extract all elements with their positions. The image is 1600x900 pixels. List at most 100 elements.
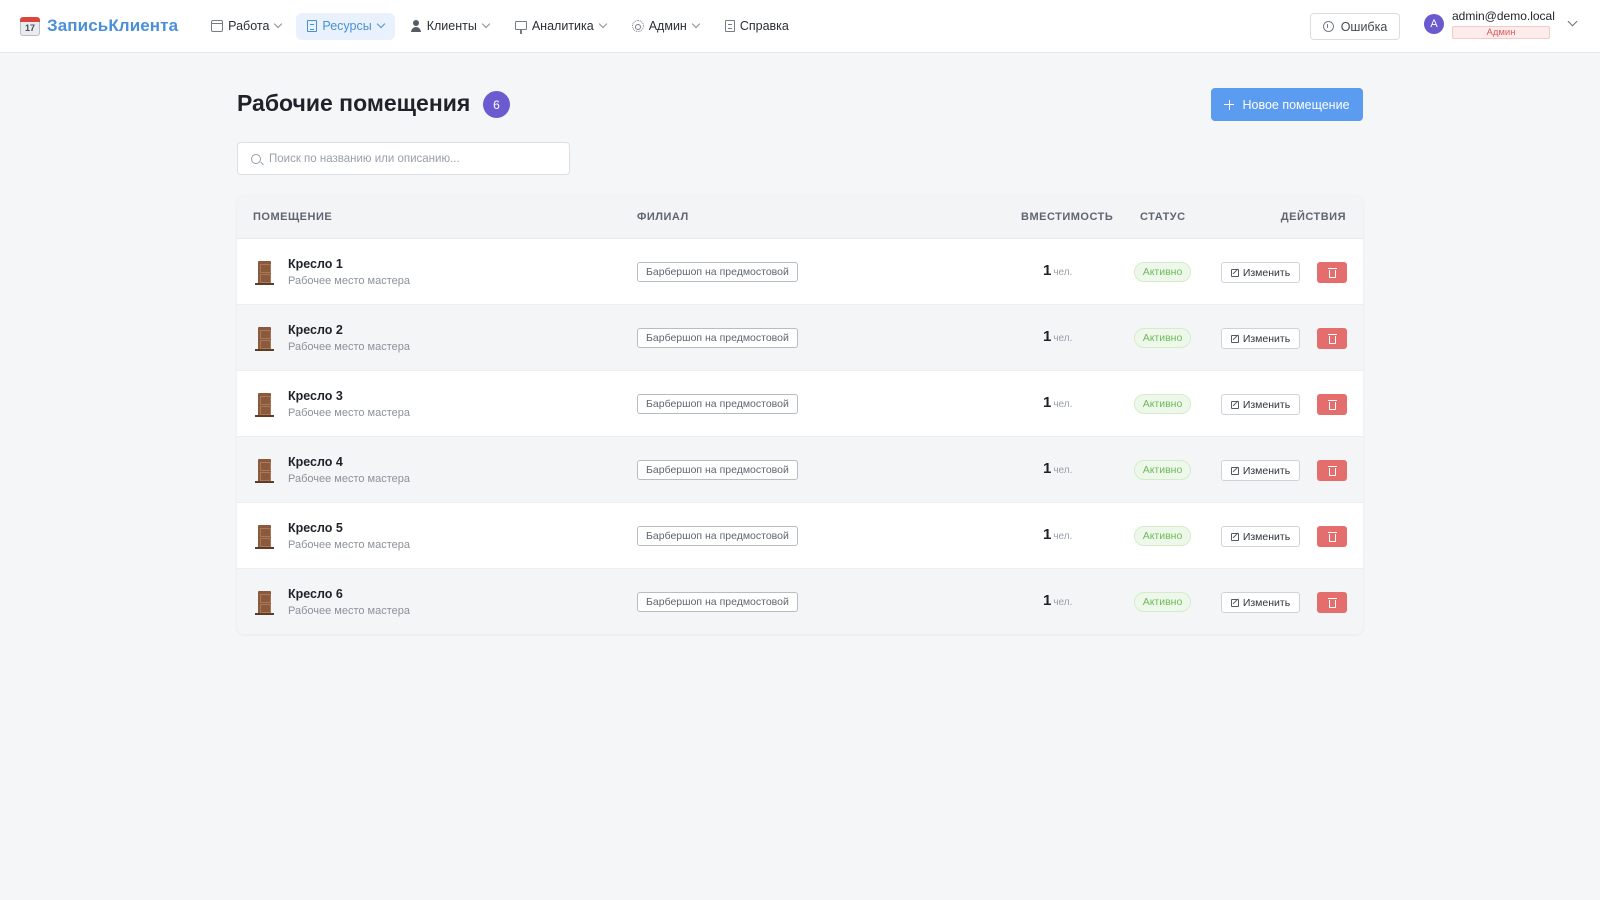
status-badge: Активно bbox=[1134, 460, 1191, 480]
capacity-value: 1 bbox=[1043, 526, 1052, 543]
door-icon bbox=[258, 327, 271, 350]
column-header-actions: ДЕЙСТВИЯ bbox=[1280, 211, 1346, 223]
edit-button-label: Изменить bbox=[1242, 596, 1291, 609]
user-menu[interactable]: A admin@demo.local Админ bbox=[1424, 9, 1578, 39]
chevron-down-icon bbox=[481, 19, 491, 29]
nav-analytics[interactable]: Аналитика bbox=[504, 13, 617, 40]
nav-admin[interactable]: Админ bbox=[621, 13, 710, 40]
table-header: ПОМЕЩЕНИЕ ФИЛИАЛ ВМЕСТИМОСТЬ СТАТУС ДЕЙС… bbox=[237, 195, 1363, 239]
room-description: Рабочее место мастера bbox=[288, 407, 411, 419]
room-name: Кресло 3 bbox=[288, 389, 343, 403]
info-icon bbox=[1322, 21, 1334, 32]
capacity-unit: чел. bbox=[1053, 267, 1073, 278]
main-nav: Работа Ресурсы Клиенты Аналитика Админ С… bbox=[200, 0, 804, 53]
room-name: Кресло 6 bbox=[288, 587, 343, 601]
app-title: ЗаписьКлиента bbox=[47, 16, 179, 35]
trash-icon bbox=[1327, 267, 1337, 278]
table-row: Кресло 2 Рабочее место мастера Барбершоп… bbox=[237, 305, 1363, 371]
nav-resources[interactable]: Ресурсы bbox=[296, 12, 395, 40]
table-row: Кресло 6 Рабочее место мастера Барбершоп… bbox=[237, 569, 1363, 634]
app-logo[interactable]: 17 ЗаписьКлиента bbox=[19, 15, 178, 37]
status-badge: Активно bbox=[1134, 592, 1191, 612]
edit-icon bbox=[1230, 400, 1239, 409]
edit-button[interactable]: Изменить bbox=[1221, 262, 1300, 283]
edit-icon bbox=[1230, 268, 1239, 277]
edit-button[interactable]: Изменить bbox=[1221, 328, 1300, 349]
room-name: Кресло 1 bbox=[288, 257, 343, 271]
capacity-value: 1 bbox=[1043, 592, 1052, 609]
trash-icon bbox=[1327, 465, 1337, 476]
capacity-value: 1 bbox=[1043, 460, 1052, 477]
error-button-label: Ошибка bbox=[1340, 19, 1388, 34]
capacity-unit: чел. bbox=[1053, 399, 1073, 410]
chevron-down-icon bbox=[691, 19, 701, 29]
edit-button[interactable]: Изменить bbox=[1221, 394, 1300, 415]
nav-analytics-label: Аналитика bbox=[531, 19, 594, 33]
nav-work[interactable]: Работа bbox=[200, 13, 292, 40]
search-input[interactable] bbox=[269, 152, 559, 165]
door-icon bbox=[258, 393, 271, 416]
door-icon bbox=[258, 591, 271, 614]
room-description: Рабочее место мастера bbox=[288, 605, 411, 617]
branch-tag: Барбершоп на предмостовой bbox=[637, 328, 798, 348]
user-icon bbox=[410, 20, 422, 32]
delete-button[interactable] bbox=[1317, 526, 1347, 547]
column-header-status: СТАТУС bbox=[1140, 211, 1186, 223]
branch-tag: Барбершоп на предмостовой bbox=[637, 460, 798, 480]
branch-tag: Барбершоп на предмостовой bbox=[637, 394, 798, 414]
gear-icon bbox=[631, 20, 644, 32]
room-name: Кресло 4 bbox=[288, 455, 343, 469]
column-header-branch: ФИЛИАЛ bbox=[637, 211, 689, 223]
chevron-down-icon[interactable] bbox=[1567, 16, 1578, 26]
edit-button[interactable]: Изменить bbox=[1221, 526, 1300, 547]
table-row: Кресло 4 Рабочее место мастера Барбершоп… bbox=[237, 437, 1363, 503]
trash-icon bbox=[1327, 531, 1337, 542]
edit-button[interactable]: Изменить bbox=[1221, 460, 1300, 481]
room-description: Рабочее место мастера bbox=[288, 473, 411, 485]
new-room-button-label: Новое помещение bbox=[1242, 97, 1350, 112]
capacity-unit: чел. bbox=[1053, 597, 1073, 608]
avatar[interactable]: A bbox=[1424, 14, 1444, 34]
branch-tag: Барбершоп на предмостовой bbox=[637, 526, 798, 546]
new-room-button[interactable]: Новое помещение bbox=[1211, 88, 1363, 121]
chevron-down-icon bbox=[598, 19, 607, 29]
capacity: 1 чел. bbox=[1043, 394, 1103, 412]
edit-icon bbox=[1230, 598, 1239, 607]
capacity-unit: чел. bbox=[1053, 531, 1073, 542]
chevron-down-icon bbox=[274, 19, 283, 29]
user-info: admin@demo.local Админ bbox=[1452, 9, 1555, 39]
delete-button[interactable] bbox=[1317, 394, 1347, 415]
nav-clients[interactable]: Клиенты bbox=[399, 13, 500, 40]
error-button[interactable]: Ошибка bbox=[1310, 13, 1400, 40]
edit-icon bbox=[1230, 466, 1239, 475]
room-description: Рабочее место мастера bbox=[288, 539, 411, 551]
edit-icon bbox=[1230, 532, 1239, 541]
room-description: Рабочее место мастера bbox=[288, 341, 411, 353]
user-email: admin@demo.local bbox=[1452, 9, 1555, 23]
capacity-value: 1 bbox=[1043, 262, 1052, 279]
rooms-table: ПОМЕЩЕНИЕ ФИЛИАЛ ВМЕСТИМОСТЬ СТАТУС ДЕЙС… bbox=[237, 195, 1363, 634]
capacity: 1 чел. bbox=[1043, 526, 1103, 544]
table-row: Кресло 3 Рабочее место мастера Барбершоп… bbox=[237, 371, 1363, 437]
room-name: Кресло 2 bbox=[288, 323, 343, 337]
edit-icon bbox=[1230, 334, 1239, 343]
page-title: Рабочие помещения bbox=[237, 90, 471, 116]
branch-tag: Барбершоп на предмостовой bbox=[637, 592, 798, 612]
calendar-logo-icon: 17 bbox=[19, 15, 41, 37]
building-icon bbox=[307, 20, 318, 32]
room-description: Рабочее место мастера bbox=[288, 275, 411, 287]
delete-button[interactable] bbox=[1317, 592, 1347, 613]
capacity-unit: чел. bbox=[1053, 333, 1073, 344]
delete-button[interactable] bbox=[1317, 328, 1347, 349]
edit-button[interactable]: Изменить bbox=[1221, 592, 1300, 613]
delete-button[interactable] bbox=[1317, 460, 1347, 481]
count-badge: 6 bbox=[483, 91, 510, 118]
column-header-capacity: ВМЕСТИМОСТЬ bbox=[1021, 211, 1114, 223]
status-badge: Активно bbox=[1134, 328, 1191, 348]
nav-help[interactable]: Справка bbox=[714, 13, 800, 40]
capacity: 1 чел. bbox=[1043, 328, 1103, 346]
capacity-value: 1 bbox=[1043, 394, 1052, 411]
status-badge: Активно bbox=[1134, 262, 1191, 282]
delete-button[interactable] bbox=[1317, 262, 1347, 283]
edit-button-label: Изменить bbox=[1242, 266, 1291, 279]
